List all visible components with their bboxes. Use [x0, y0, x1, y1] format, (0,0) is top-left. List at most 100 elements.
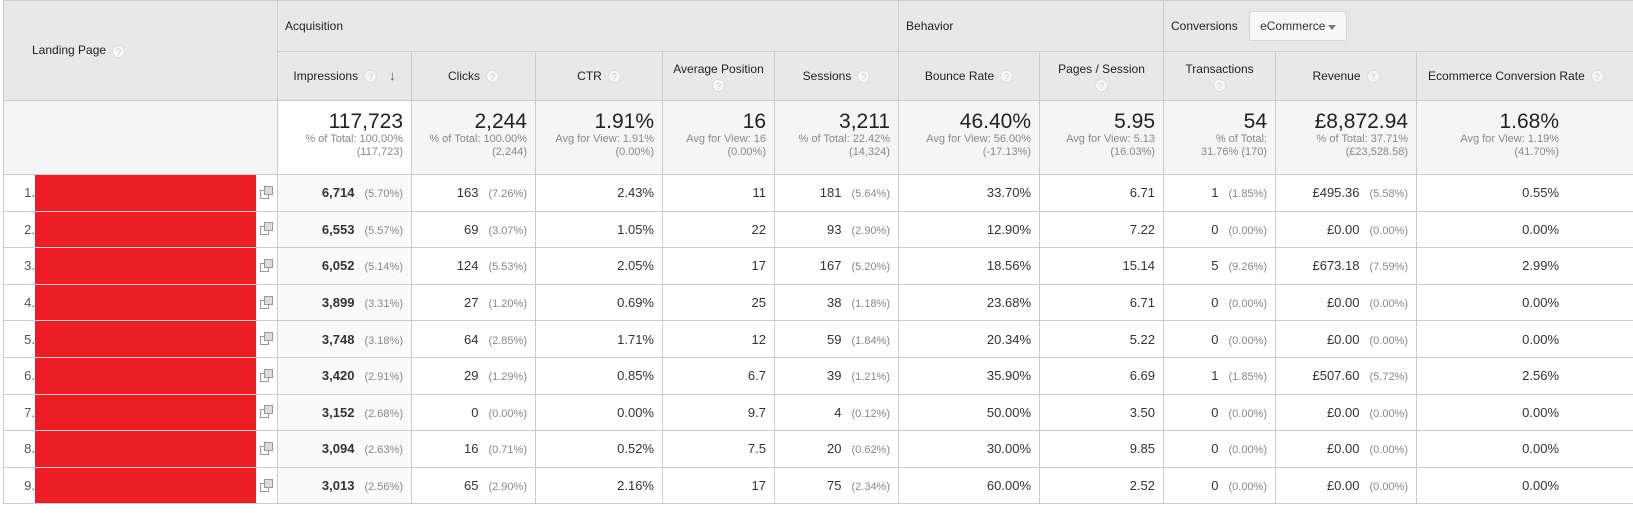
column-header-impressions[interactable]: Impressions? ↓: [277, 51, 412, 101]
bounce-rate-value: 23.68%: [986, 295, 1032, 311]
clicks-cell: 69 (3.07%): [411, 210, 536, 249]
transactions-percent: (1.85%): [1228, 188, 1268, 201]
landing-page-cell[interactable]: 1.: [3, 174, 278, 212]
revenue-value: £673.18: [1312, 258, 1360, 274]
ecommerce-rate-cell: 0.00%: [1416, 320, 1633, 358]
total-value: 1.68%: [1499, 110, 1560, 133]
landing-page-cell[interactable]: 6.: [3, 356, 278, 395]
landing-page-cell[interactable]: 4.: [3, 283, 278, 322]
clicks-value: 69: [464, 221, 479, 237]
help-icon[interactable]: ?: [857, 70, 871, 84]
open-in-new-window-icon[interactable]: [260, 222, 273, 236]
landing-page-cell[interactable]: 7.: [3, 393, 278, 432]
pages-session-cell: 5.22: [1039, 320, 1165, 358]
ctr-cell: 0.52%: [535, 430, 663, 468]
revenue-cell: £0.00 (0.00%): [1275, 393, 1418, 432]
table-row[interactable]: 1. 6,714 (5.70%) 163 (7.26%) 2.43% 11 181 (…: [3, 174, 1633, 212]
table-row[interactable]: 8. 3,094 (2.63%) 16 (0.71%) 0.52% 7.5 20 (0…: [3, 430, 1633, 468]
transactions-percent: (0.00%): [1228, 298, 1268, 311]
totals-row: 117,723% of Total: 100.00% (117,723) 2,24…: [3, 100, 1633, 175]
pages-session-value: 5.22: [1129, 331, 1156, 347]
sessions-cell: 38 (1.18%): [773, 283, 900, 322]
landing-page-cell[interactable]: 2.: [3, 210, 278, 249]
avg-position-value: 7.5: [747, 441, 766, 457]
column-header-ctr[interactable]: CTR?: [535, 51, 663, 101]
help-icon[interactable]: ?: [112, 44, 126, 58]
group-behavior-label: Behavior: [906, 19, 954, 33]
landing-page-label: Landing Page: [32, 43, 107, 58]
clicks-label: Clicks: [448, 69, 480, 83]
redacted-landing-page: [35, 321, 256, 357]
landing-page-cell[interactable]: 5.: [3, 320, 278, 358]
clicks-cell: 16 (0.71%): [411, 430, 536, 468]
redacted-landing-page: [35, 175, 256, 211]
column-header-clicks[interactable]: Clicks?: [411, 51, 536, 101]
sessions-value: 20: [827, 441, 842, 457]
help-icon[interactable]: ?: [1000, 70, 1014, 84]
sort-descending-icon[interactable]: ↓: [389, 67, 396, 85]
total-sub: (£23,528.58): [1345, 146, 1409, 158]
sessions-cell: 39 (1.21%): [773, 356, 900, 395]
clicks-value: 163: [456, 185, 479, 201]
table-row[interactable]: 6. 3,420 (2.91%) 29 (1.29%) 0.85% 6.7 39 (1…: [3, 356, 1633, 395]
avg-position-cell: 9.7: [662, 393, 775, 432]
open-in-new-window-icon[interactable]: [260, 368, 273, 382]
column-header-pages-session[interactable]: Pages / Session?: [1039, 51, 1165, 101]
landing-page-header[interactable]: Landing Page?: [3, 0, 278, 101]
total-sessions: 3,211% of Total: 22.42% (14,324): [773, 100, 900, 175]
table-row[interactable]: 3. 6,052 (5.14%) 124 (5.53%) 2.05% 17 167 (…: [3, 247, 1633, 285]
column-header-revenue[interactable]: Revenue?: [1275, 51, 1418, 101]
column-header-bounce-rate[interactable]: Bounce Rate?: [898, 51, 1041, 101]
column-header-avg-position[interactable]: Average Position?: [662, 51, 775, 101]
sessions-value: 167: [819, 258, 842, 274]
table-row[interactable]: 7. 3,152 (2.68%) 0 (0.00%) 0.00% 9.7 4 (0.1…: [3, 393, 1633, 432]
help-icon[interactable]: ?: [1095, 79, 1109, 92]
open-in-new-window-icon[interactable]: [260, 405, 273, 419]
landing-page-cell[interactable]: 8.: [3, 430, 278, 468]
table-row[interactable]: 5. 3,748 (3.18%) 64 (2.85%) 1.71% 12 59 (1.…: [3, 320, 1633, 358]
open-in-new-window-icon[interactable]: [260, 332, 273, 346]
column-header-ecommerce-conversion-rate[interactable]: Ecommerce Conversion Rate?: [1416, 51, 1633, 101]
open-in-new-window-icon[interactable]: [260, 441, 273, 455]
impressions-cell: 3,420 (2.91%): [277, 356, 412, 395]
transactions-cell: 0 (0.00%): [1163, 466, 1277, 505]
sessions-percent: (1.21%): [851, 371, 891, 384]
ctr-cell: 0.69%: [535, 283, 663, 322]
redacted-landing-page: [35, 357, 256, 394]
help-icon[interactable]: ?: [1366, 70, 1380, 84]
avg-position-cell: 6.7: [662, 356, 775, 395]
impressions-cell: 6,714 (5.70%): [277, 174, 412, 212]
transactions-value: 0: [1211, 295, 1219, 311]
conversions-goal-select[interactable]: eCommerce: [1249, 11, 1348, 41]
total-value: 117,723: [328, 110, 403, 133]
open-in-new-window-icon[interactable]: [260, 295, 273, 309]
impressions-value: 3,899: [321, 295, 355, 311]
open-in-new-window-icon[interactable]: [260, 185, 273, 199]
sessions-cell: 20 (0.62%): [773, 430, 900, 468]
transactions-label: Transactions: [1185, 62, 1254, 76]
table-row[interactable]: 4. 3,899 (3.31%) 27 (1.20%) 0.69% 25 38 (1.…: [3, 283, 1633, 322]
table-row[interactable]: 9. 3,013 (2.56%) 65 (2.90%) 2.16% 17 75 (2.…: [3, 466, 1633, 505]
total-sub: Avg for View: 56.00%: [926, 133, 1032, 145]
row-index: 1.: [24, 185, 35, 201]
landing-page-cell[interactable]: 3.: [3, 247, 278, 285]
open-in-new-window-icon[interactable]: [260, 478, 273, 492]
bounce-rate-cell: 60.00%: [898, 466, 1041, 505]
sessions-cell: 93 (2.90%): [773, 210, 900, 249]
transactions-value: 0: [1211, 441, 1219, 457]
column-header-sessions[interactable]: Sessions?: [773, 51, 900, 101]
open-in-new-window-icon[interactable]: [260, 258, 273, 272]
help-icon[interactable]: ?: [364, 70, 378, 84]
help-icon[interactable]: ?: [712, 79, 725, 92]
revenue-value: £0.00: [1326, 478, 1360, 494]
help-icon[interactable]: ?: [607, 70, 621, 84]
table-row[interactable]: 2. 6,553 (5.57%) 69 (3.07%) 1.05% 22 93 (2.…: [3, 210, 1633, 249]
pages-session-cell: 2.52: [1039, 466, 1165, 505]
landing-page-cell[interactable]: 9.: [3, 466, 278, 505]
sessions-value: 93: [827, 221, 842, 237]
pages-session-cell: 6.71: [1039, 283, 1165, 322]
help-icon[interactable]: ?: [1213, 79, 1227, 92]
help-icon[interactable]: ?: [1590, 70, 1604, 84]
help-icon[interactable]: ?: [486, 70, 499, 84]
column-header-transactions[interactable]: Transactions?: [1163, 51, 1277, 101]
